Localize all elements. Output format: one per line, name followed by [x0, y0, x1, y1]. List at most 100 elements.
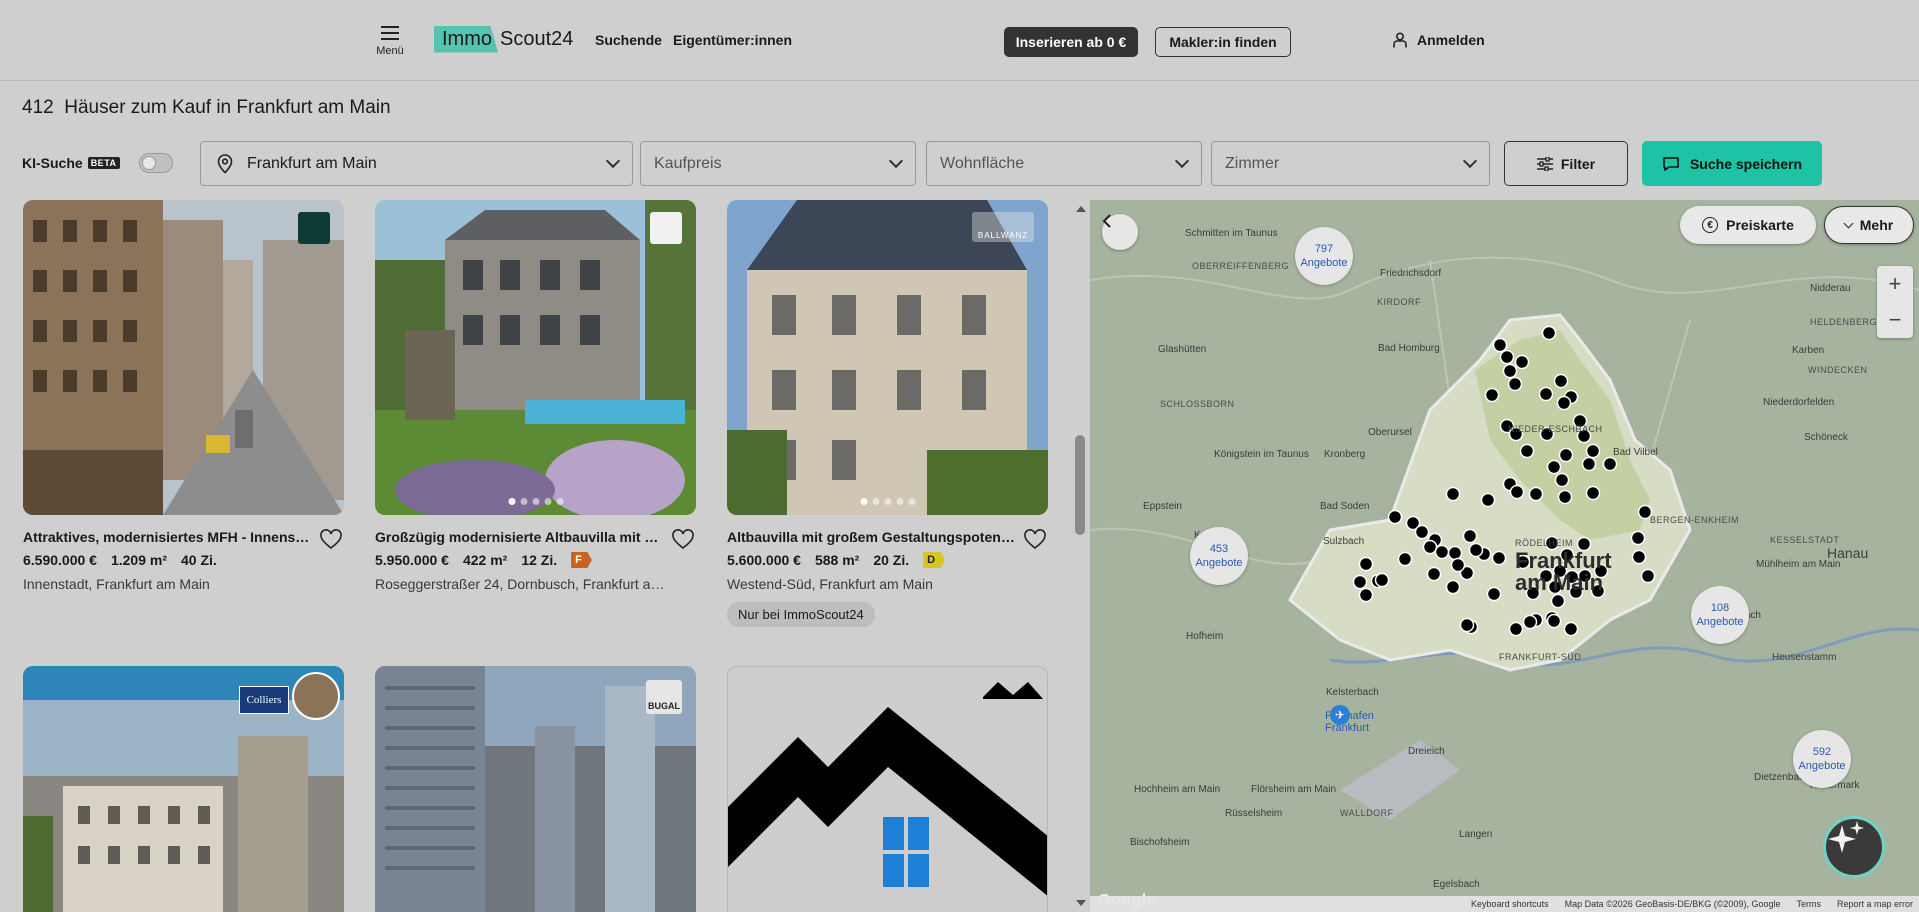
- listing-marker[interactable]: [1553, 373, 1569, 389]
- login-link[interactable]: Anmelden: [1393, 32, 1485, 48]
- listing-marker[interactable]: [1387, 509, 1403, 525]
- listing-card[interactable]: Attraktives, modernisiertes MFH - Innens…: [23, 200, 344, 592]
- map-cluster[interactable]: 108 Angebote: [1691, 586, 1749, 644]
- terms-link[interactable]: Terms: [1796, 899, 1821, 909]
- listing-photo[interactable]: [727, 666, 1048, 912]
- more-button[interactable]: Mehr: [1824, 206, 1914, 244]
- price-map-button[interactable]: € Preiskarte: [1680, 206, 1816, 244]
- listing-marker[interactable]: [1558, 447, 1574, 463]
- listing-marker[interactable]: [1585, 485, 1601, 501]
- heart-icon[interactable]: [1024, 529, 1046, 551]
- listing-card[interactable]: BUGAL: [375, 666, 696, 912]
- listing-marker[interactable]: [1422, 539, 1438, 555]
- map-cluster[interactable]: 453 Angebote: [1190, 527, 1248, 585]
- listing-marker[interactable]: [1358, 556, 1374, 572]
- listing-marker[interactable]: [1508, 621, 1524, 637]
- listing-card[interactable]: Großzügig modernisierte Altbauvilla mit …: [375, 200, 696, 592]
- scroll-down-arrow[interactable]: [1076, 900, 1086, 906]
- location-select[interactable]: Frankfurt am Main: [200, 141, 633, 186]
- listing-marker[interactable]: [1358, 587, 1374, 603]
- listing-marker[interactable]: [1414, 524, 1430, 540]
- listing-photo[interactable]: BUGAL: [375, 666, 696, 912]
- listing-marker[interactable]: [1550, 593, 1566, 609]
- listing-marker[interactable]: [1522, 614, 1538, 630]
- listing-marker[interactable]: [1480, 492, 1496, 508]
- listing-marker[interactable]: [1486, 586, 1502, 602]
- area-select[interactable]: Wohnfläche: [926, 141, 1202, 186]
- heart-icon[interactable]: [320, 529, 342, 551]
- rooms-select[interactable]: Zimmer: [1211, 141, 1490, 186]
- listing-photo[interactable]: Colliers: [23, 666, 344, 912]
- listing-card[interactable]: BALLWANZ Altbauvilla mit großem Gestaltu…: [727, 200, 1048, 627]
- listing-marker[interactable]: [1519, 443, 1535, 459]
- scroll-up-arrow[interactable]: [1076, 206, 1086, 212]
- map-cluster[interactable]: 592 Angebote: [1793, 730, 1851, 788]
- listing-marker[interactable]: [1640, 568, 1656, 584]
- listing-marker[interactable]: [1491, 550, 1507, 566]
- listing-marker[interactable]: [1462, 528, 1478, 544]
- map-cluster[interactable]: 797 Angebote: [1295, 227, 1353, 285]
- collapse-map-button[interactable]: [1102, 214, 1138, 250]
- keyboard-shortcuts-link[interactable]: Keyboard shortcuts: [1471, 899, 1549, 909]
- ai-assistant-button[interactable]: [1823, 816, 1885, 878]
- carousel-dots[interactable]: [508, 498, 563, 505]
- immoscout-logo[interactable]: Immo Scout24: [434, 24, 573, 54]
- zoom-out-button[interactable]: −: [1877, 302, 1913, 338]
- save-search-button[interactable]: Suche speichern: [1642, 141, 1822, 186]
- listing-marker[interactable]: [1509, 484, 1525, 500]
- listing-marker[interactable]: [1556, 395, 1572, 411]
- listing-marker[interactable]: [1468, 542, 1484, 558]
- listing-photo[interactable]: BALLWANZ: [727, 200, 1048, 515]
- listing-scrollbar[interactable]: [1073, 200, 1087, 912]
- listing-marker[interactable]: [1602, 456, 1618, 472]
- listing-marker[interactable]: [1585, 443, 1601, 459]
- listing-marker[interactable]: [1546, 459, 1562, 475]
- ki-search-toggle[interactable]: [139, 153, 173, 173]
- listing-marker[interactable]: [1499, 349, 1515, 365]
- listing-marker[interactable]: [1492, 337, 1508, 353]
- map-place-label: Niederdorfelden: [1763, 397, 1835, 408]
- listing-marker[interactable]: [1630, 530, 1646, 546]
- scroll-thumb[interactable]: [1075, 435, 1085, 535]
- listing-marker[interactable]: [1538, 386, 1554, 402]
- listing-marker[interactable]: [1502, 363, 1518, 379]
- listing-marker[interactable]: [1352, 574, 1368, 590]
- listing-marker[interactable]: [1528, 486, 1544, 502]
- zoom-in-button[interactable]: +: [1877, 266, 1913, 302]
- listing-marker[interactable]: [1445, 486, 1461, 502]
- ki-search-label: KI-Suche BETA: [22, 155, 120, 171]
- listing-marker[interactable]: [1447, 545, 1463, 561]
- listing-marker[interactable]: [1459, 617, 1475, 633]
- nav-suchende[interactable]: Suchende: [595, 32, 662, 48]
- listing-marker[interactable]: [1557, 489, 1573, 505]
- listing-photo[interactable]: [375, 200, 696, 515]
- listing-marker[interactable]: [1450, 557, 1466, 573]
- menu-button[interactable]: Menü: [372, 26, 408, 57]
- listing-card[interactable]: Colliers: [23, 666, 344, 912]
- listing-marker[interactable]: [1374, 572, 1390, 588]
- find-agent-button[interactable]: Makler:in finden: [1155, 27, 1291, 57]
- report-error-link[interactable]: Report a map error: [1837, 899, 1913, 909]
- listing-marker[interactable]: [1581, 456, 1597, 472]
- publish-button[interactable]: Inserieren ab 0 €: [1004, 27, 1138, 57]
- listing-marker[interactable]: [1397, 551, 1413, 567]
- heart-icon[interactable]: [672, 529, 694, 551]
- listing-marker[interactable]: [1484, 387, 1500, 403]
- filter-button[interactable]: Filter: [1504, 141, 1628, 186]
- listing-card[interactable]: [727, 666, 1048, 912]
- listing-marker[interactable]: [1546, 613, 1562, 629]
- listing-marker[interactable]: [1514, 354, 1530, 370]
- listing-marker[interactable]: [1631, 549, 1647, 565]
- price-select[interactable]: Kaufpreis: [640, 141, 916, 186]
- listing-marker[interactable]: [1426, 566, 1442, 582]
- listing-marker[interactable]: [1507, 376, 1523, 392]
- listing-marker[interactable]: [1563, 621, 1579, 637]
- listing-marker[interactable]: [1554, 472, 1570, 488]
- carousel-dots[interactable]: [860, 498, 915, 505]
- nav-eigentuemer[interactable]: Eigentümer:innen: [673, 32, 792, 48]
- listing-marker[interactable]: [1541, 325, 1557, 341]
- listing-marker[interactable]: [1445, 579, 1461, 595]
- listing-marker[interactable]: [1434, 544, 1450, 560]
- map-panel[interactable]: Frankfurt am Main Schmitten im Taunus Fri…: [1090, 200, 1919, 912]
- listing-photo[interactable]: [23, 200, 344, 515]
